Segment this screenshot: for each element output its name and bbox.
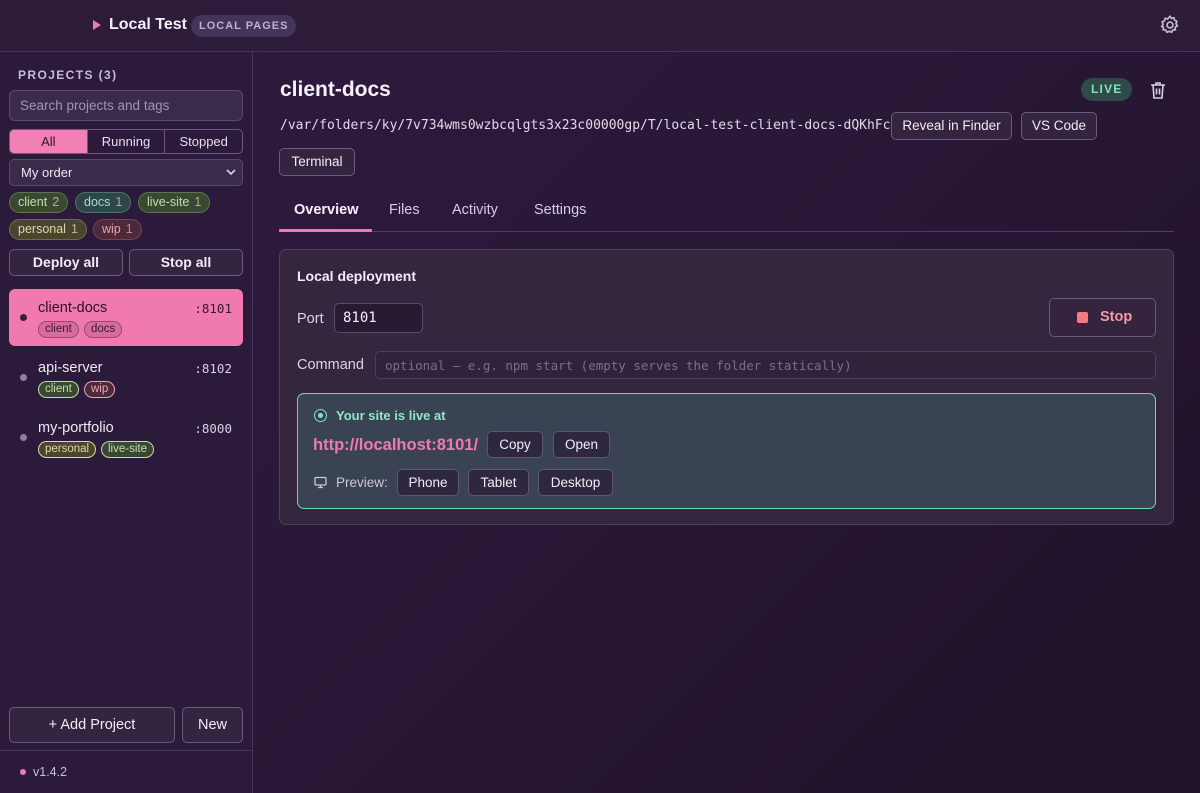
command-input[interactable] xyxy=(375,351,1156,379)
project-port: :8101 xyxy=(194,301,232,316)
project-path: /var/folders/ky/7v734wms0wzbcqlgts3x23c0… xyxy=(280,118,891,133)
live-status-text: Your site is live at xyxy=(336,408,446,423)
tag-filter-personal[interactable]: personal 1 xyxy=(9,219,87,240)
deployment-panel: Local deployment Port Stop Command Your … xyxy=(279,249,1174,525)
deploy-all-button[interactable]: Deploy all xyxy=(9,249,123,276)
project-name: api-server xyxy=(38,360,103,376)
command-label: Command xyxy=(297,357,364,373)
copy-url-button[interactable]: Copy xyxy=(487,431,543,458)
filter-running[interactable]: Running xyxy=(86,130,165,153)
project-tag: client xyxy=(38,321,79,338)
new-project-button[interactable]: New xyxy=(182,707,243,743)
reveal-in-finder-button[interactable]: Reveal in Finder xyxy=(891,112,1012,140)
port-input[interactable] xyxy=(334,303,423,333)
project-tag: personal xyxy=(38,441,97,458)
preview-label: Preview: xyxy=(336,475,388,490)
projects-heading: PROJECTS (3) xyxy=(18,68,118,82)
app-badge: LOCAL PAGES xyxy=(191,15,297,37)
page-title: client-docs xyxy=(280,78,391,101)
status-dot xyxy=(20,314,27,321)
version-label: v1.4.2 xyxy=(33,765,68,779)
monitor-icon xyxy=(314,476,327,489)
tag-filter-client[interactable]: client 2 xyxy=(9,192,69,213)
sort-value: My order xyxy=(21,165,73,180)
trash-icon[interactable] xyxy=(1149,80,1167,100)
status-badge: LIVE xyxy=(1081,78,1133,101)
stop-button[interactable]: Stop xyxy=(1049,298,1156,337)
vs-code-button[interactable]: VS Code xyxy=(1021,112,1097,140)
tab-activity[interactable]: Activity xyxy=(452,202,498,218)
project-name: client-docs xyxy=(38,300,108,316)
version-dot xyxy=(20,769,26,775)
tab-settings[interactable]: Settings xyxy=(534,202,586,218)
stop-label: Stop xyxy=(1100,309,1133,325)
panel-title: Local deployment xyxy=(297,268,417,284)
sidebar-divider xyxy=(0,750,253,751)
project-item-client-docs[interactable]: client-docs :8101 client docs xyxy=(9,289,243,346)
tag-filter-wip[interactable]: wip 1 xyxy=(93,219,142,240)
project-port: :8102 xyxy=(194,361,232,376)
status-dot xyxy=(20,434,27,441)
live-site-box: Your site is live at http://localhost:81… xyxy=(297,393,1156,509)
add-project-button[interactable]: + Add Project xyxy=(9,707,175,743)
tab-overview[interactable]: Overview xyxy=(294,202,359,218)
tag-filter-live-site[interactable]: live-site 1 xyxy=(138,192,211,213)
project-item-my-portfolio[interactable]: my-portfolio :8000 personal live-site xyxy=(9,409,243,466)
search-input[interactable] xyxy=(9,90,243,121)
filter-all[interactable]: All xyxy=(10,130,87,153)
preview-phone-button[interactable]: Phone xyxy=(397,469,459,496)
active-tab-indicator xyxy=(279,229,372,232)
filter-stopped[interactable]: Stopped xyxy=(164,130,242,153)
project-tag: live-site xyxy=(101,441,154,458)
status-dot xyxy=(20,374,27,381)
sort-select[interactable]: My order xyxy=(9,159,243,186)
project-port: :8000 xyxy=(194,421,232,436)
gear-icon[interactable] xyxy=(1159,14,1181,36)
stop-all-button[interactable]: Stop all xyxy=(129,249,243,276)
tab-files[interactable]: Files xyxy=(389,202,420,218)
chevron-down-icon xyxy=(226,169,236,176)
tab-bar: Overview Files Activity Settings xyxy=(279,192,1174,232)
app-title: Local Test xyxy=(109,16,187,33)
tag-filter-docs[interactable]: docs 1 xyxy=(75,192,132,213)
sidebar: PROJECTS (3) All Running Stopped My orde… xyxy=(0,52,253,793)
project-name: my-portfolio xyxy=(38,420,114,436)
live-indicator-icon xyxy=(314,409,327,422)
project-tag: docs xyxy=(84,321,123,338)
stop-icon xyxy=(1077,312,1088,323)
main-content: client-docs LIVE /var/folders/ky/7v734wm… xyxy=(254,52,1200,793)
preview-desktop-button[interactable]: Desktop xyxy=(538,469,613,496)
top-bar: Local Test LOCAL PAGES xyxy=(0,0,1200,52)
site-url-link[interactable]: http://localhost:8101/ xyxy=(313,436,478,455)
port-label: Port xyxy=(297,311,324,327)
project-tag: wip xyxy=(84,381,116,398)
terminal-button[interactable]: Terminal xyxy=(279,148,355,176)
project-item-api-server[interactable]: api-server :8102 client wip xyxy=(9,349,243,406)
preview-tablet-button[interactable]: Tablet xyxy=(468,469,529,496)
project-tag: client xyxy=(38,381,79,398)
status-filter: All Running Stopped xyxy=(9,129,243,154)
open-url-button[interactable]: Open xyxy=(553,431,610,458)
play-icon xyxy=(93,20,101,30)
